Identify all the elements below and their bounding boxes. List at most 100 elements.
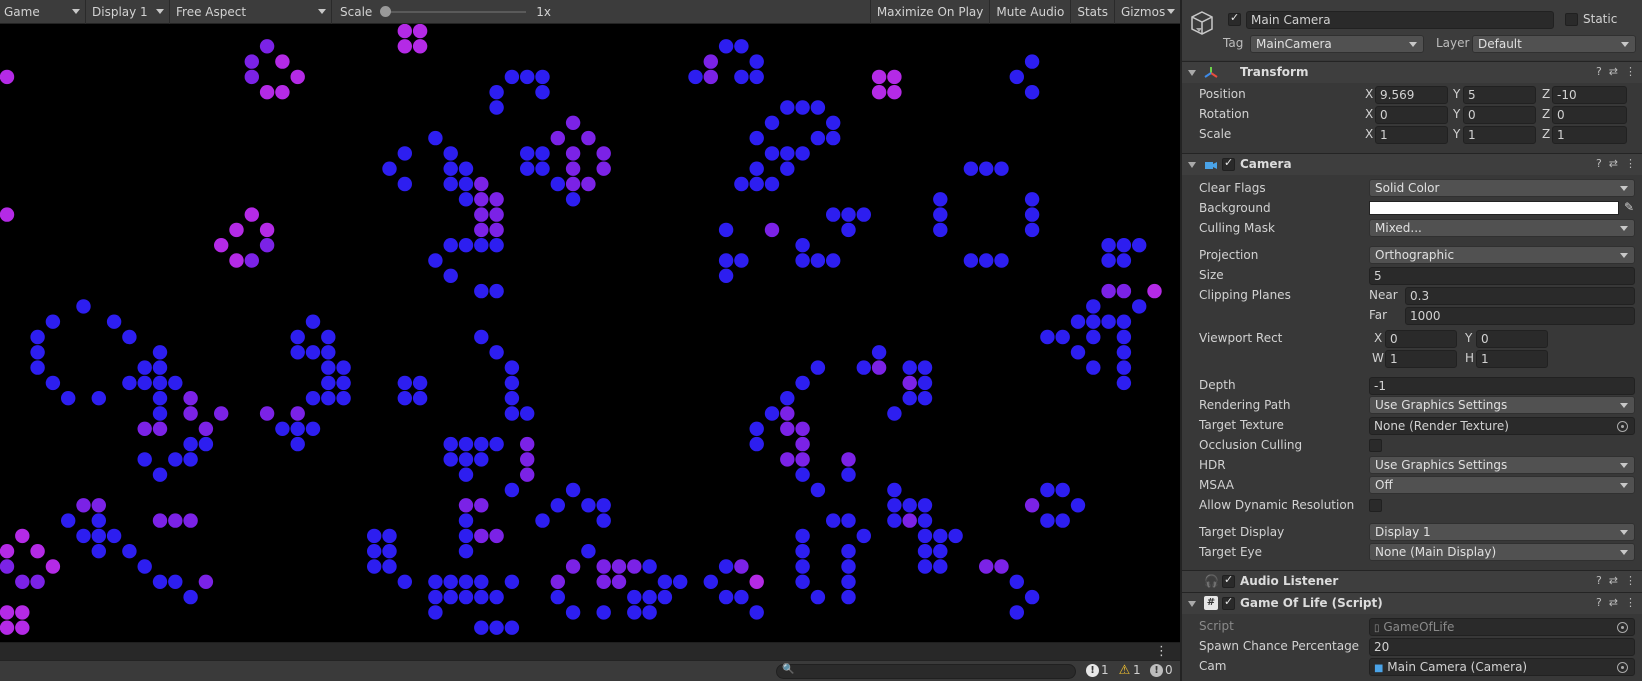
active-checkbox[interactable]	[1228, 11, 1241, 26]
live-cell	[504, 375, 520, 391]
view-selector-dropdown[interactable]: Game	[0, 0, 86, 24]
gizmos-dropdown[interactable]: Gizmos	[1114, 0, 1180, 24]
object-picker-icon[interactable]	[1617, 421, 1628, 432]
help-icon[interactable]: ?	[1596, 574, 1602, 587]
background-color-swatch[interactable]	[1369, 201, 1619, 215]
dynamic-resolution-checkbox[interactable]	[1369, 499, 1382, 512]
display-dropdown[interactable]: Display 1	[86, 0, 170, 24]
live-cell	[412, 375, 428, 391]
live-cell	[856, 360, 871, 375]
game-viewport[interactable]	[0, 24, 1180, 642]
presets-icon[interactable]: ⇄	[1609, 574, 1618, 587]
live-cell	[198, 436, 214, 452]
live-cell	[764, 115, 780, 130]
rotation-x-field[interactable]: 0	[1375, 106, 1448, 124]
console-search-input[interactable]: 🔍	[776, 664, 1076, 679]
object-picker-icon[interactable]	[1617, 662, 1628, 673]
clear-flags-dropdown[interactable]: Solid Color	[1369, 179, 1635, 197]
warning-count[interactable]: ⚠ 1	[1118, 663, 1141, 677]
viewport-x-field[interactable]: 0	[1385, 330, 1457, 348]
message-count[interactable]: ! 0	[1150, 663, 1173, 677]
stats-button[interactable]: Stats	[1070, 0, 1114, 24]
viewport-h-field[interactable]: 1	[1476, 350, 1548, 368]
more-options-icon[interactable]: ⋮	[1625, 596, 1636, 609]
presets-icon[interactable]: ⇄	[1609, 65, 1618, 78]
layer-dropdown[interactable]: Default	[1472, 35, 1636, 53]
live-cell	[749, 130, 764, 146]
audio-listener-enabled-checkbox[interactable]	[1222, 573, 1235, 588]
msaa-dropdown[interactable]: Off	[1369, 476, 1635, 494]
depth-row: Depth -1	[1182, 376, 1642, 396]
live-cell	[979, 253, 994, 268]
tag-dropdown[interactable]: MainCamera	[1250, 35, 1424, 53]
game-of-life-component-header[interactable]: # Game Of Life (Script) ? ⇄ ⋮	[1182, 592, 1642, 614]
depth-field[interactable]: -1	[1369, 377, 1635, 395]
presets-icon[interactable]: ⇄	[1609, 596, 1618, 609]
more-options-icon[interactable]: ⋮	[1625, 65, 1636, 78]
target-eye-dropdown[interactable]: None (Main Display)	[1369, 543, 1635, 561]
target-display-value: Display 1	[1375, 525, 1431, 539]
object-name-field[interactable]: Main Camera	[1246, 11, 1554, 29]
game-of-life-enabled-checkbox[interactable]	[1222, 595, 1235, 610]
position-label: Position	[1199, 87, 1246, 101]
position-z-field[interactable]: -10	[1552, 86, 1627, 104]
more-options-icon[interactable]: ⋮	[1625, 157, 1636, 170]
scale-slider-thumb[interactable]	[380, 5, 392, 17]
scale-slider[interactable]	[380, 5, 527, 17]
live-cell	[474, 620, 489, 635]
occlusion-culling-checkbox[interactable]	[1369, 439, 1382, 452]
help-icon[interactable]: ?	[1596, 65, 1602, 78]
audio-listener-component-header[interactable]: 🎧 Audio Listener ? ⇄ ⋮	[1182, 570, 1642, 592]
static-checkbox[interactable]	[1565, 13, 1578, 26]
rotation-y-field[interactable]: 0	[1463, 106, 1536, 124]
aspect-dropdown[interactable]: Free Aspect	[170, 0, 332, 24]
target-texture-label: Target Texture	[1199, 418, 1284, 432]
live-cell	[917, 513, 933, 528]
position-x-field[interactable]: 9.569	[1375, 86, 1448, 104]
size-field[interactable]: 5	[1369, 267, 1635, 285]
maximize-on-play-button[interactable]: Maximize On Play	[869, 0, 990, 24]
more-options-icon[interactable]: ⋮	[1625, 574, 1636, 587]
presets-icon[interactable]: ⇄	[1609, 157, 1618, 170]
eyedropper-icon[interactable]: ✎	[1624, 200, 1634, 214]
foldout-arrow-icon[interactable]	[1188, 601, 1196, 607]
live-cell	[474, 283, 489, 299]
scale-z-field[interactable]: 1	[1552, 126, 1627, 144]
live-cell	[1055, 329, 1070, 345]
viewport-w-field[interactable]: 1	[1385, 350, 1457, 368]
help-icon[interactable]: ?	[1596, 157, 1602, 170]
foldout-arrow-icon[interactable]	[1188, 70, 1196, 76]
hdr-dropdown[interactable]: Use Graphics Settings	[1369, 456, 1635, 474]
scale-x-field[interactable]: 1	[1375, 126, 1448, 144]
more-options-icon[interactable]: ⋮	[1155, 644, 1168, 659]
scale-y-field[interactable]: 1	[1463, 126, 1536, 144]
mute-audio-button[interactable]: Mute Audio	[989, 0, 1070, 24]
live-cell	[244, 253, 259, 268]
target-display-dropdown[interactable]: Display 1	[1369, 523, 1635, 541]
foldout-arrow-icon[interactable]	[1188, 162, 1196, 168]
far-field[interactable]: 1000	[1405, 307, 1635, 325]
live-cell	[474, 207, 489, 222]
cam-field[interactable]: ■ Main Camera (Camera)	[1369, 658, 1635, 676]
culling-mask-dropdown[interactable]: Mixed...	[1369, 219, 1635, 237]
transform-component-header[interactable]: Transform ? ⇄ ⋮	[1182, 61, 1642, 83]
live-cell	[1086, 360, 1101, 375]
camera-enabled-checkbox[interactable]	[1222, 156, 1235, 171]
help-icon[interactable]: ?	[1596, 596, 1602, 609]
live-cell	[1116, 345, 1132, 360]
rendering-path-dropdown[interactable]: Use Graphics Settings	[1369, 396, 1635, 414]
live-cell	[106, 314, 122, 329]
live-cell	[1024, 222, 1040, 238]
viewport-y-field[interactable]: 0	[1476, 330, 1548, 348]
error-count[interactable]: ! 1	[1086, 663, 1109, 677]
camera-component-header[interactable]: Camera ? ⇄ ⋮	[1182, 153, 1642, 175]
spawn-chance-field[interactable]: 20	[1369, 638, 1635, 656]
target-texture-field[interactable]: None (Render Texture)	[1369, 417, 1635, 435]
position-y-field[interactable]: 5	[1463, 86, 1536, 104]
live-cell	[611, 574, 627, 589]
projection-dropdown[interactable]: Orthographic	[1369, 246, 1635, 264]
rotation-z-field[interactable]: 0	[1552, 106, 1627, 124]
live-cell	[137, 360, 152, 375]
near-field[interactable]: 0.3	[1405, 287, 1635, 305]
live-cell	[474, 589, 489, 605]
